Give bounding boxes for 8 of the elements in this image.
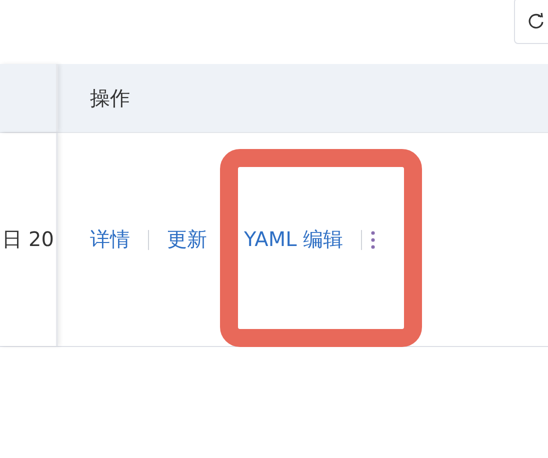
table-cell-text: 日 20 [2,226,55,253]
action-link[interactable]: 详情 [90,226,130,253]
more-icon[interactable] [370,230,376,250]
refresh-icon [527,12,545,30]
refresh-button[interactable] [514,0,548,44]
column-header: 操作 [90,84,130,112]
action-link[interactable]: YAML 编辑 [244,226,344,253]
action-link[interactable]: 更新 [167,226,207,253]
